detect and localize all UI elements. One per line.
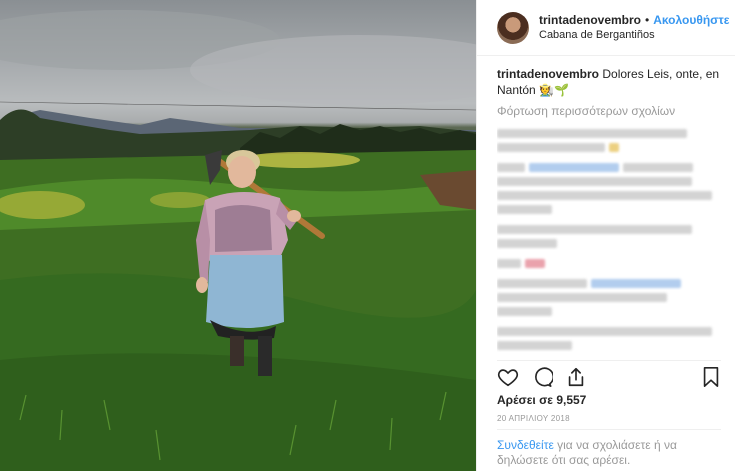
blurred-comment — [497, 202, 721, 216]
blurred-comment — [497, 304, 721, 318]
post-header: trintadenovembro • Ακολουθήστε Cabana de B… — [477, 0, 735, 56]
separator-dot: • — [645, 12, 650, 27]
post-photo[interactable] — [0, 0, 476, 471]
comments-section[interactable]: trintadenovembro Dolores Leis, onte, en … — [497, 66, 721, 356]
avatar[interactable] — [497, 11, 529, 44]
comment-icon[interactable] — [531, 366, 555, 391]
heart-icon[interactable] — [497, 366, 519, 391]
photo-scene — [0, 10, 476, 471]
post-side-panel: trintadenovembro • Ακολουθήστε Cabana de B… — [476, 0, 735, 471]
follow-button[interactable]: Ακολουθήστε — [653, 13, 729, 27]
blurred-comment — [497, 174, 721, 188]
location-link[interactable]: Cabana de Bergantiños — [539, 28, 729, 43]
blurred-comment — [497, 160, 721, 174]
blurred-comment — [497, 256, 721, 270]
blurred-comment — [497, 338, 721, 352]
username-link[interactable]: trintadenovembro — [539, 13, 641, 27]
post-container: trintadenovembro • Ακολουθήστε Cabana de B… — [0, 0, 735, 471]
blurred-comment — [497, 140, 721, 154]
load-more-comments-button[interactable]: Φόρτωση περισσότερων σχολίων — [497, 104, 721, 118]
blurred-comment — [497, 188, 721, 202]
blurred-comment — [497, 236, 721, 250]
action-bar — [497, 360, 721, 390]
bookmark-icon[interactable] — [701, 366, 721, 391]
blurred-comment — [497, 126, 721, 140]
post-date: 20 ΑΠΡΙΛΙΟΥ 2018 — [497, 414, 570, 423]
caption-emoji: 🧑‍🌾🌱 — [539, 83, 569, 97]
blurred-comment — [497, 324, 721, 338]
login-link[interactable]: Συνδεθείτε — [497, 438, 554, 452]
blurred-comment — [497, 222, 721, 236]
login-prompt: Συνδεθείτε για να σχολιάσετε ή να δηλώσε… — [497, 429, 721, 468]
blurred-comment — [497, 276, 721, 290]
share-icon[interactable] — [565, 366, 587, 391]
caption: trintadenovembro Dolores Leis, onte, en … — [497, 66, 721, 98]
blurred-comment — [497, 290, 721, 304]
caption-username[interactable]: trintadenovembro — [497, 67, 599, 81]
likes-count[interactable]: Αρέσει σε 9,557 — [497, 393, 586, 407]
